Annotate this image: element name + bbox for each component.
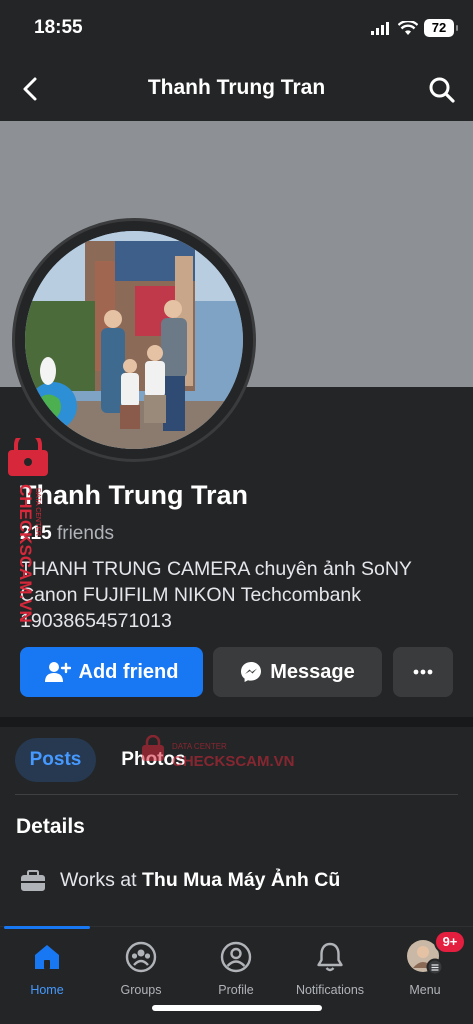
bottom-nav-profile[interactable]: Profile — [189, 937, 283, 997]
cellular-signal-icon — [371, 22, 389, 35]
briefcase-icon — [21, 869, 45, 891]
svg-text:CHECKSCAM.VN: CHECKSCAM.VN — [16, 484, 35, 623]
bell-icon — [317, 942, 343, 972]
status-time: 18:55 — [34, 17, 83, 38]
add-friend-button[interactable]: Add friend — [20, 647, 203, 697]
message-button[interactable]: Message — [213, 647, 382, 697]
profile-name: Thanh Trung Tran — [20, 480, 248, 510]
active-tab-indicator — [4, 926, 90, 929]
bottom-nav-notifications[interactable]: Notifications — [283, 937, 377, 997]
add-person-icon — [44, 662, 71, 682]
work-detail-row[interactable]: Works at Thu Mua Máy Ảnh Cũ — [20, 869, 340, 892]
wifi-icon — [398, 21, 418, 35]
friends-label: friends — [56, 523, 115, 544]
work-text: Works at Thu Mua Máy Ảnh Cũ — [60, 869, 340, 892]
menu-label: Menu — [409, 983, 441, 997]
battery-indicator: 72 — [424, 19, 458, 37]
more-dots-icon — [413, 669, 433, 675]
tab-posts[interactable]: Posts — [15, 738, 96, 782]
profile-picture[interactable] — [12, 218, 256, 462]
bottom-nav-groups[interactable]: Groups — [94, 937, 188, 997]
svg-text:DATA CENTER: DATA CENTER — [34, 488, 41, 536]
bottom-nav-home[interactable]: Home — [0, 937, 94, 997]
profile-photo-image — [25, 231, 243, 449]
home-indicator — [152, 1005, 322, 1011]
svg-text:DATA CENTER: DATA CENTER — [172, 742, 227, 751]
add-friend-label: Add friend — [78, 660, 179, 683]
more-options-button[interactable] — [393, 647, 453, 697]
profile-screen: 18:55 72 Thanh Trung Tran Thanh Trung Tr… — [0, 0, 473, 1024]
work-place: Thu Mua Máy Ảnh Cũ — [142, 869, 341, 891]
status-bar: 18:55 72 — [0, 0, 473, 56]
top-nav-bar: Thanh Trung Tran — [0, 56, 473, 121]
checkscam-watermark-horizontal: DATA CENTER CHECKSCAM.VN — [142, 735, 295, 770]
checkscam-watermark-vertical: CHECKSCAM.VN DATA CENTER — [8, 438, 48, 623]
menu-notification-badge: 9+ — [434, 930, 466, 954]
details-heading: Details — [16, 815, 85, 838]
home-icon — [35, 945, 59, 969]
page-title: Thanh Trung Tran — [147, 76, 326, 99]
family-photo-illustration — [25, 231, 243, 449]
groups-icon — [125, 941, 157, 973]
notifications-label: Notifications — [295, 983, 365, 997]
profile-bio: THANH TRUNG CAMERA chuyên ảnh SoNY Canon… — [20, 558, 412, 632]
groups-label: Groups — [120, 983, 162, 997]
profile-icon — [220, 941, 252, 973]
profile-label: Profile — [218, 983, 254, 997]
messenger-icon — [241, 662, 262, 682]
home-label: Home — [30, 983, 64, 997]
message-label: Message — [270, 660, 355, 683]
divider — [15, 794, 458, 795]
search-icon[interactable] — [428, 76, 456, 104]
svg-text:CHECKSCAM.VN: CHECKSCAM.VN — [172, 753, 295, 770]
section-separator — [0, 717, 473, 727]
work-prefix: Works at — [60, 869, 142, 891]
